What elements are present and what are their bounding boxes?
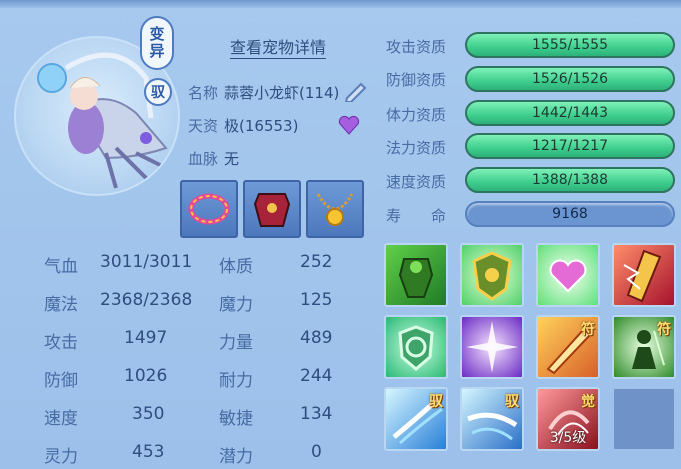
- pet-blood-row: 血脉无: [188, 148, 239, 169]
- pet-blood-value: 无: [224, 150, 240, 168]
- skill-tag-yu: 驭: [429, 394, 443, 410]
- stat-label-str: 力量: [219, 333, 253, 353]
- heart-icon[interactable]: [338, 115, 360, 135]
- quality-label-magic: 法力资质: [386, 139, 447, 157]
- view-pet-details-link[interactable]: 查看宠物详情: [230, 34, 327, 59]
- lifespan-bar: 9168: [465, 201, 675, 227]
- skill-tag-fu-2: 符: [657, 322, 671, 338]
- stat-value-atk: 1497: [124, 328, 168, 348]
- pet-talent-value: 极(16553): [224, 117, 299, 135]
- burst-icon: [466, 321, 518, 373]
- stat-label-hp: 气血: [44, 257, 78, 277]
- blood-label: 血脉: [188, 150, 219, 168]
- lifespan-label: 寿 命: [386, 207, 447, 225]
- stat-label-mag: 魔力: [219, 295, 253, 315]
- quality-bar-attack: 1555/1555: [465, 32, 675, 58]
- equipment-slot-necklace[interactable]: [306, 180, 364, 238]
- lifespan-value: 9168: [552, 206, 588, 222]
- quality-value-defense: 1526/1526: [532, 71, 608, 87]
- skill-tag-fu: 符: [581, 322, 595, 338]
- shield-icon: [472, 251, 512, 301]
- skill-slot-11[interactable]: 觉 3/5级: [536, 387, 600, 451]
- skill-tag-yu-2: 驭: [505, 394, 519, 410]
- name-label: 名称: [188, 84, 219, 102]
- skill-slot-4[interactable]: [612, 243, 676, 307]
- skill-slot-1[interactable]: [384, 243, 448, 307]
- skill-slot-7[interactable]: 符: [536, 315, 600, 379]
- skill-slot-8[interactable]: 符: [612, 315, 676, 379]
- strength-icon: [398, 258, 434, 298]
- quality-value-speed: 1388/1388: [532, 172, 608, 188]
- stat-label-agi: 敏捷: [219, 409, 253, 429]
- stat-value-pot: 0: [311, 442, 322, 462]
- stat-label-pot: 潜力: [219, 447, 253, 467]
- stat-value-con: 252: [300, 252, 333, 272]
- equipment-slot-ring[interactable]: [180, 180, 238, 238]
- skill-slot-9[interactable]: 驭: [384, 387, 448, 451]
- skill-slot-10[interactable]: 驭: [460, 387, 524, 451]
- quality-value-attack: 1555/1555: [532, 37, 608, 53]
- stat-label-spd: 速度: [44, 409, 78, 429]
- stat-value-spi: 453: [132, 442, 165, 462]
- stat-value-mag: 125: [300, 290, 333, 310]
- skill-slot-5[interactable]: [384, 315, 448, 379]
- skill-slot-2[interactable]: [460, 243, 524, 307]
- stat-label-spi: 灵力: [44, 447, 78, 467]
- talent-label: 天资: [188, 117, 219, 135]
- skill-slot-6[interactable]: [460, 315, 524, 379]
- stat-value-mp: 2368/2368: [100, 290, 193, 310]
- necklace-icon: [316, 193, 354, 226]
- skill-slot-3[interactable]: [536, 243, 600, 307]
- skill-level: 3/5级: [549, 430, 587, 446]
- quality-bar-speed: 1388/1388: [465, 167, 675, 193]
- pet-name-row: 名称 蒜蓉小龙虾(114): [188, 82, 339, 103]
- stat-value-end: 244: [300, 366, 333, 386]
- quality-value-magic: 1217/1217: [532, 138, 608, 154]
- quality-label-attack: 攻击资质: [386, 38, 447, 56]
- equipment-slot-armor[interactable]: [243, 180, 301, 238]
- stat-label-mp: 魔法: [44, 295, 78, 315]
- quality-value-stamina: 1442/1443: [532, 105, 608, 121]
- stat-value-def: 1026: [124, 366, 168, 386]
- edit-name-icon[interactable]: [343, 80, 369, 102]
- skill-tag-jue: 觉: [581, 394, 595, 410]
- stat-label-def: 防御: [44, 371, 78, 391]
- mutation-badge: 变异: [140, 16, 174, 70]
- stat-value-str: 489: [300, 328, 333, 348]
- ride-badge[interactable]: 驭: [144, 78, 172, 106]
- quality-label-stamina: 体力资质: [386, 106, 447, 124]
- stat-label-atk: 攻击: [44, 333, 78, 353]
- skill-slot-empty[interactable]: [612, 387, 676, 451]
- stat-label-end: 耐力: [219, 371, 253, 391]
- defense-shield-icon: [398, 325, 434, 371]
- armor-icon: [253, 193, 291, 227]
- lightning-blade-icon: [623, 249, 662, 303]
- pet-talent-row: 天资 极(16553): [188, 115, 298, 136]
- ring-icon: [188, 193, 230, 225]
- heart-icon: [549, 259, 587, 293]
- top-strip: [0, 0, 681, 8]
- quality-label-speed: 速度资质: [386, 173, 447, 191]
- stat-value-agi: 134: [300, 404, 333, 424]
- quality-bar-defense: 1526/1526: [465, 66, 675, 92]
- quality-bar-stamina: 1442/1443: [465, 100, 675, 126]
- quality-label-defense: 防御资质: [386, 71, 447, 89]
- pet-name-value: 蒜蓉小龙虾(114): [224, 84, 340, 102]
- stat-value-spd: 350: [132, 404, 165, 424]
- stat-label-con: 体质: [219, 257, 253, 277]
- stat-value-hp: 3011/3011: [100, 252, 193, 272]
- quality-bar-magic: 1217/1217: [465, 133, 675, 159]
